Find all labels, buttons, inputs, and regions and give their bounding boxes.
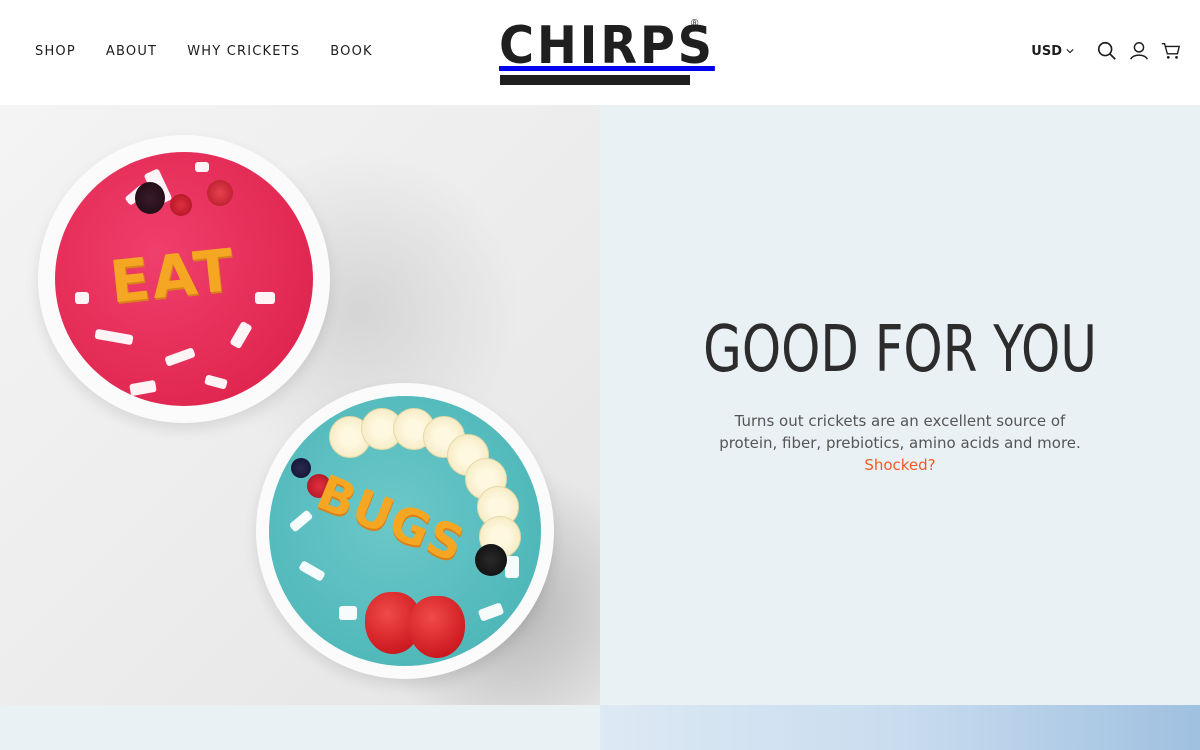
raspberry [207,180,233,206]
coconut-flake [255,292,275,304]
site-header: SHOP ABOUT WHY CRICKETS BOOK CHIRPS ® US… [0,0,1200,105]
coconut-flake [195,162,209,172]
nav-shop[interactable]: SHOP [35,44,76,59]
coconut-flake [129,379,157,397]
coconut-flake [505,556,519,578]
coconut-flake [204,374,228,390]
blackberry [475,544,507,576]
smoothie-bowl-blue: BUGS [256,383,554,679]
pink-smoothie: EAT [55,152,313,406]
cart-icon[interactable] [1160,40,1182,62]
currency-label: USD [1031,43,1062,59]
next-section-right [600,705,1200,750]
coconut-flake [164,347,196,367]
next-section-left [0,705,600,750]
nav-about[interactable]: ABOUT [106,44,157,59]
search-icon[interactable] [1096,40,1118,62]
blueberry [291,458,311,478]
brand-logo[interactable]: CHIRPS ® [499,16,715,86]
shocked-link[interactable]: Shocked? [864,454,935,476]
blue-smoothie: BUGS [269,396,541,666]
nav-book[interactable]: BOOK [330,44,372,59]
strawberry [409,596,465,658]
registered-mark: ® [691,18,699,29]
raspberry [170,194,192,216]
coconut-flake [94,328,134,346]
nav-why-crickets[interactable]: WHY CRICKETS [187,44,300,59]
smoothie-bowl-pink: EAT [38,135,330,423]
coconut-flake [229,320,253,350]
hero-body-text: Turns out crickets are an excellent sour… [719,412,1081,452]
main-nav: SHOP ABOUT WHY CRICKETS BOOK [35,44,403,59]
bugs-letters: BUGS [309,464,473,574]
coconut-flake [477,602,505,622]
coconut-flake [339,606,357,620]
hero-body: Turns out crickets are an excellent sour… [710,410,1090,476]
hero-text-panel: GOOD FOR YOU Turns out crickets are an e… [600,105,1200,705]
brand-name: CHIRPS [499,16,715,76]
hero-image: EAT BUGS [0,105,600,705]
header-tools: USD [1031,40,1182,62]
chevron-down-icon [1066,49,1074,54]
logo-underline [500,75,690,85]
coconut-flake [75,292,89,304]
coconut-flake [298,560,326,582]
blackberry [135,182,165,214]
currency-selector[interactable]: USD [1031,44,1074,59]
hero-headline: GOOD FOR YOU [703,313,1097,387]
account-icon[interactable] [1128,40,1150,62]
eat-letters: EAT [106,235,239,317]
